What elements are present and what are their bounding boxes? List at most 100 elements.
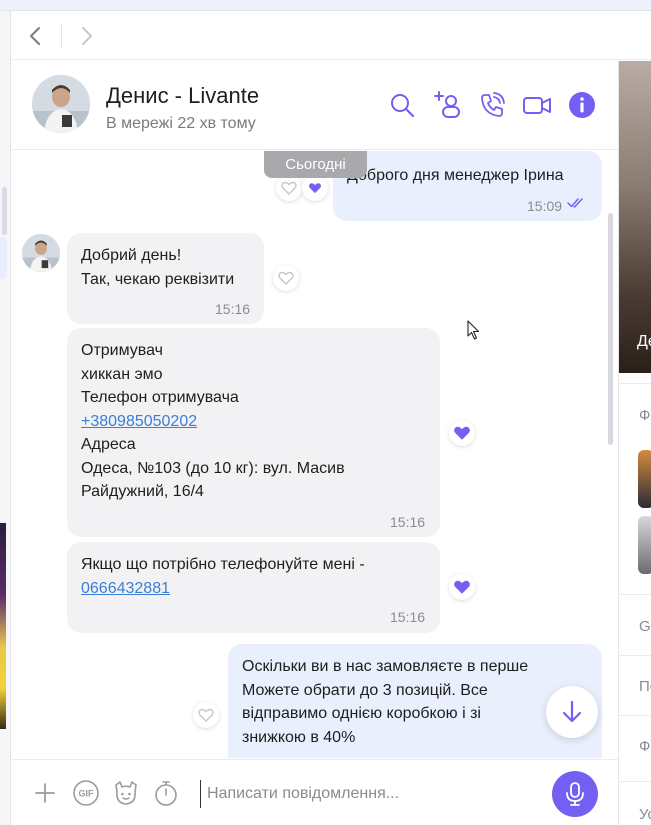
heart-filled-icon [454, 426, 470, 440]
gif-icon: GIF [73, 780, 99, 806]
video-call-icon [523, 97, 551, 114]
heart-filled-icon [454, 580, 470, 594]
mouse-cursor-icon [467, 320, 480, 340]
add-participant-icon [434, 91, 460, 118]
message-composer: GIF [12, 759, 618, 825]
panel-divider [619, 655, 651, 656]
scroll-to-bottom-button[interactable] [546, 686, 598, 738]
messages-area[interactable]: Доброго дня менеджер Ірина 15:09 Сьогодн… [12, 151, 618, 758]
selected-chat-indicator [0, 237, 7, 279]
info-icon [569, 92, 595, 118]
panel-divider [619, 781, 651, 782]
timer-icon [155, 781, 177, 806]
message-text: Якщо що потрібно телефонуйте мені - [81, 556, 365, 573]
panel-section-label[interactable]: По [639, 678, 651, 695]
reaction-button[interactable] [193, 702, 219, 728]
reaction-badge[interactable] [449, 574, 475, 600]
message-bubble-outgoing[interactable]: Оскільки ви в нас замовляєте в перше Мож… [228, 644, 602, 758]
info-button[interactable] [567, 90, 597, 120]
forward-button[interactable] [74, 22, 100, 50]
back-button[interactable] [22, 22, 48, 50]
arrow-down-icon [562, 700, 582, 723]
heart-outline-icon [281, 181, 297, 195]
avatar-photo [22, 234, 60, 272]
plus-icon [35, 783, 55, 803]
heart-outline-icon [278, 271, 294, 285]
contact-cover-photo [619, 61, 651, 373]
heart-filled-icon [309, 183, 321, 194]
message-text: Добрий день! [81, 247, 182, 264]
attach-button[interactable] [30, 778, 60, 808]
contact-name[interactable]: Денис - Livante [106, 83, 259, 109]
contact-cover-name: Де [637, 333, 651, 350]
message-text: Райдужний, 16/4 [81, 483, 204, 500]
window-top-strip [0, 0, 651, 11]
message-bubble-incoming[interactable]: Отримувач хиккан эмо Телефон отримувача … [67, 328, 440, 537]
voice-message-button[interactable] [552, 771, 598, 817]
voice-call-icon [481, 92, 505, 117]
messages-scrollbar[interactable] [608, 213, 613, 445]
panel-section-label[interactable]: Gi [639, 618, 651, 635]
chat-list-edge [0, 11, 11, 825]
message-bubble-outgoing[interactable]: Доброго дня менеджер Ірина 15:09 [333, 151, 602, 221]
message-text: Оскільки ви в нас замовляєте в перше [242, 658, 529, 675]
chat-info-panel: Де Ф Gi По Ф Ус [618, 61, 651, 825]
add-participant-button[interactable] [432, 90, 462, 120]
gif-button[interactable]: GIF [71, 778, 101, 808]
message-text: знижкою в 40% [242, 728, 356, 746]
svg-text:GIF: GIF [79, 789, 95, 799]
message-time: 15:16 [215, 301, 251, 317]
phone-link[interactable]: 0666432881 [81, 577, 170, 601]
message-bubble-incoming[interactable]: Якщо що потрібно телефонуйте мені - 0666… [67, 542, 440, 633]
message-time: 15:16 [390, 609, 426, 625]
timer-button[interactable] [151, 778, 181, 808]
avatar-photo [32, 75, 90, 133]
video-call-button[interactable] [522, 90, 552, 120]
message-text: Так, чекаю реквізити [81, 270, 235, 288]
search-icon [391, 94, 415, 118]
message-text: Отримувач [81, 342, 163, 359]
message-input[interactable] [200, 780, 530, 808]
panel-section-label[interactable]: Ф [639, 738, 650, 755]
chat-header: Денис - Livante В мережі 22 хв тому [12, 61, 618, 150]
message-text: Телефон отримувача [81, 389, 239, 406]
phone-link[interactable]: +380985050202 [81, 410, 197, 434]
media-thumbnail[interactable] [638, 516, 651, 574]
heart-outline-icon [198, 708, 214, 722]
microphone-icon [566, 782, 584, 806]
sender-avatar[interactable] [22, 234, 60, 272]
sticker-icon [115, 781, 137, 805]
media-thumbnail[interactable] [638, 450, 651, 508]
message-time: 15:09 [527, 198, 563, 214]
panel-section-label[interactable]: Ф [639, 407, 650, 424]
navigation-bar [12, 12, 651, 60]
panel-divider [619, 715, 651, 716]
chat-list-scrollbar[interactable] [2, 187, 7, 235]
reaction-button[interactable] [276, 175, 302, 201]
search-button[interactable] [387, 90, 417, 120]
message-text: Доброго дня менеджер Ірина [347, 167, 564, 184]
reaction-badge[interactable] [449, 420, 475, 446]
contact-avatar[interactable] [32, 75, 90, 133]
message-text: Одеса, №103 (до 10 кг): вул. Масив [81, 459, 345, 477]
message-bubble-incoming[interactable]: Добрий день! Так, чекаю реквізити 15:16 [67, 233, 264, 324]
sticker-button[interactable] [111, 778, 141, 808]
message-text: хиккан эмо [81, 365, 163, 383]
chat-list-thumbnail [0, 523, 6, 729]
date-separator: Сьогодні [264, 151, 367, 178]
panel-section-label[interactable]: Ус [639, 806, 651, 823]
contact-status: В мережі 22 хв тому [106, 115, 256, 132]
chevron-left-icon [30, 27, 40, 45]
message-text: Адреса [81, 436, 136, 453]
reaction-badge[interactable] [302, 175, 328, 201]
message-time: 15:16 [390, 514, 426, 530]
reaction-button[interactable] [273, 265, 299, 291]
panel-divider [619, 383, 651, 384]
nav-separator [61, 24, 62, 48]
chevron-right-icon [82, 27, 92, 45]
read-checkmarks-icon [567, 198, 583, 208]
message-text: відправимо однією коробкою і зі [242, 705, 481, 722]
panel-divider [619, 594, 651, 595]
message-text: Можете обрати до 3 позицій. Все [242, 681, 488, 699]
voice-call-button[interactable] [477, 90, 507, 120]
